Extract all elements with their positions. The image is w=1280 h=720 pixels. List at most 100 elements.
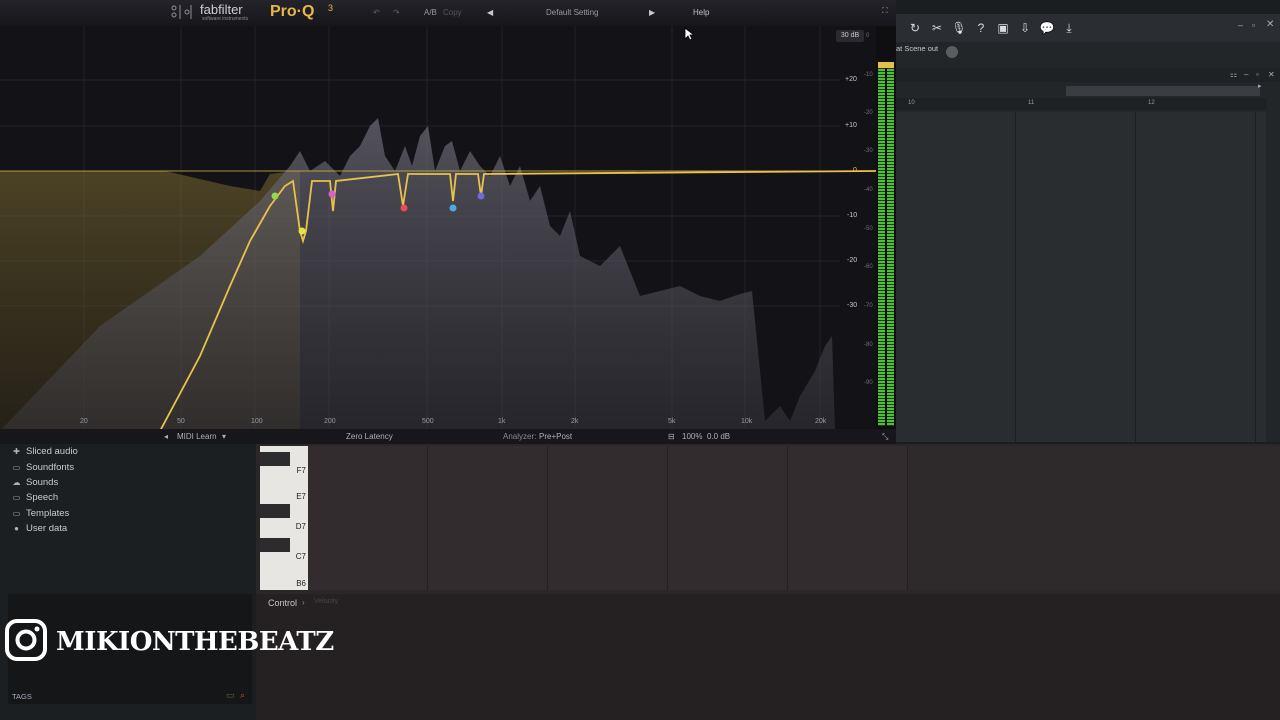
browser-item[interactable]: ✚ Sliced audio	[0, 444, 256, 459]
band-4-node[interactable]	[400, 204, 408, 212]
preset-next-icon[interactable]: ▶	[649, 8, 655, 17]
key-label: D7	[295, 522, 306, 531]
preset-name[interactable]: Default Setting	[546, 8, 598, 17]
search-icon[interactable]: ⌕	[240, 690, 245, 701]
meter-label: -10	[864, 72, 873, 78]
freq-label: 200	[324, 418, 336, 425]
black-key[interactable]	[260, 504, 290, 518]
chevron-right-icon[interactable]: ›	[302, 598, 305, 607]
cut-icon[interactable]: ✂	[928, 19, 946, 37]
playlist-ruler: 10 11 12	[896, 98, 1266, 110]
maximize-icon[interactable]: ▫	[1252, 20, 1255, 30]
maximize-icon[interactable]: ▫	[1256, 70, 1259, 79]
meter-label: -30	[864, 148, 873, 154]
gain-label: -30	[847, 302, 858, 309]
browser-item-label: Soundfonts	[26, 461, 75, 473]
note-grid-extended[interactable]	[908, 446, 1280, 590]
copy-button[interactable]: Copy	[443, 8, 462, 17]
meter-label: -20	[864, 110, 873, 116]
meter-label: -70	[864, 303, 873, 309]
help-icon[interactable]: ?	[972, 19, 990, 37]
gain-label: 0	[853, 167, 857, 174]
event-editor[interactable]	[256, 594, 1280, 720]
settings-icon[interactable]: ⊟	[668, 432, 675, 441]
gain-label: +20	[845, 76, 857, 83]
product-name: Pro·Q	[270, 3, 315, 20]
folder-icon[interactable]: ▭	[226, 690, 235, 701]
undo-icon[interactable]: ↶	[373, 8, 380, 17]
browser-item[interactable]: ▭ Soundfonts	[0, 459, 256, 474]
freq-label: 1k	[498, 418, 506, 425]
band-1-node[interactable]	[271, 192, 279, 200]
playlist-grid[interactable]	[896, 112, 1266, 442]
piano-keyboard[interactable]: F7 E7 D7 C7 B6	[260, 446, 308, 590]
note-grid[interactable]	[308, 446, 908, 590]
browser-item[interactable]: ▭ Templates	[0, 506, 256, 521]
playlist-panel: at Scene out ⚏ – ▫ ✕ 10 11 12 ▸ ⌄	[896, 42, 1280, 587]
black-key[interactable]	[260, 538, 290, 552]
proq-footer: ◂ MIDI Learn ▾ Zero Latency Analyzer: Pr…	[0, 429, 896, 444]
close-icon[interactable]: ✕	[1266, 19, 1274, 30]
key-label: B6	[296, 579, 306, 588]
browser-item[interactable]: ▭ Speech	[0, 490, 256, 505]
meter-label: -90	[864, 380, 873, 386]
knob-icon[interactable]	[946, 46, 958, 58]
close-icon[interactable]: ✕	[1268, 70, 1275, 79]
browser-item[interactable]: ☁ Sounds	[0, 475, 256, 490]
eq-graph[interactable]	[0, 26, 876, 431]
band-5-node[interactable]	[449, 204, 457, 212]
browser-item[interactable]: ● User data	[0, 521, 256, 536]
meter-bar-right	[887, 66, 894, 426]
latency-mode[interactable]: Zero Latency	[346, 432, 393, 441]
download-icon[interactable]: ⤓	[1060, 19, 1078, 37]
user-icon: ●	[14, 524, 19, 534]
render-icon[interactable]: ⇩	[1016, 19, 1034, 37]
chevron-down-icon[interactable]: ▾	[222, 432, 226, 441]
gain-label: +10	[845, 122, 857, 129]
output-gain[interactable]: 0.0 dB	[707, 432, 730, 441]
freq-label: 2k	[571, 418, 579, 425]
meter-label: -40	[864, 187, 873, 193]
fl-top-strip	[896, 0, 1280, 14]
freq-label: 10k	[741, 418, 753, 425]
product-version: 3	[328, 3, 334, 13]
pattern-icon[interactable]: ⚏	[1230, 70, 1237, 79]
horizontal-scrollbar[interactable]	[1066, 86, 1260, 96]
save-icon[interactable]: ▣	[994, 19, 1012, 37]
freq-label: 50	[177, 418, 185, 425]
band-6-node[interactable]	[477, 192, 485, 200]
band-3-node[interactable]	[328, 190, 336, 198]
analyzer-value[interactable]: Pre+Post	[539, 432, 572, 441]
preset-prev-icon[interactable]: ◀	[487, 8, 493, 17]
brand-name: fabfilter	[200, 2, 243, 17]
proq-header: fabfilter software instruments Pro·Q 3 ↶…	[0, 0, 896, 26]
gain-label: -20	[847, 257, 858, 264]
ruler-bar-10: 10	[908, 100, 915, 106]
help-menu[interactable]: Help	[693, 8, 709, 17]
midi-learn-dropdown-icon[interactable]: ◂	[164, 432, 168, 441]
control-selector[interactable]: Control	[268, 598, 297, 608]
resize-icon[interactable]: ⤡	[882, 432, 888, 442]
ab-button[interactable]: A/B	[424, 8, 437, 17]
freq-label: 100	[251, 418, 263, 425]
band-2-node[interactable]	[298, 227, 306, 235]
minimize-icon[interactable]: –	[1244, 70, 1248, 79]
key-label: C7	[295, 552, 306, 561]
browser-item-label: Speech	[26, 492, 59, 504]
chat-icon[interactable]: 💬	[1038, 19, 1056, 37]
zoom-value[interactable]: 100%	[682, 432, 702, 441]
refresh-icon[interactable]: ↻	[906, 19, 924, 37]
freq-label: 500	[422, 418, 434, 425]
fullscreen-icon[interactable]: ⛶	[882, 6, 888, 16]
meter-label: -50	[864, 226, 873, 232]
gain-label: -10	[847, 212, 858, 219]
ruler-bar-11: 11	[1028, 100, 1035, 106]
microphone-icon[interactable]: 🎙	[950, 19, 968, 37]
black-key[interactable]	[260, 452, 290, 466]
midi-learn-button[interactable]: MIDI Learn	[177, 432, 217, 441]
minimize-icon[interactable]: –	[1238, 20, 1243, 30]
redo-icon[interactable]: ↷	[393, 8, 400, 17]
scroll-right-icon[interactable]: ▸	[1258, 82, 1262, 90]
folder-icon: ▭	[12, 462, 21, 472]
ruler-bar-12: 12	[1148, 100, 1155, 106]
